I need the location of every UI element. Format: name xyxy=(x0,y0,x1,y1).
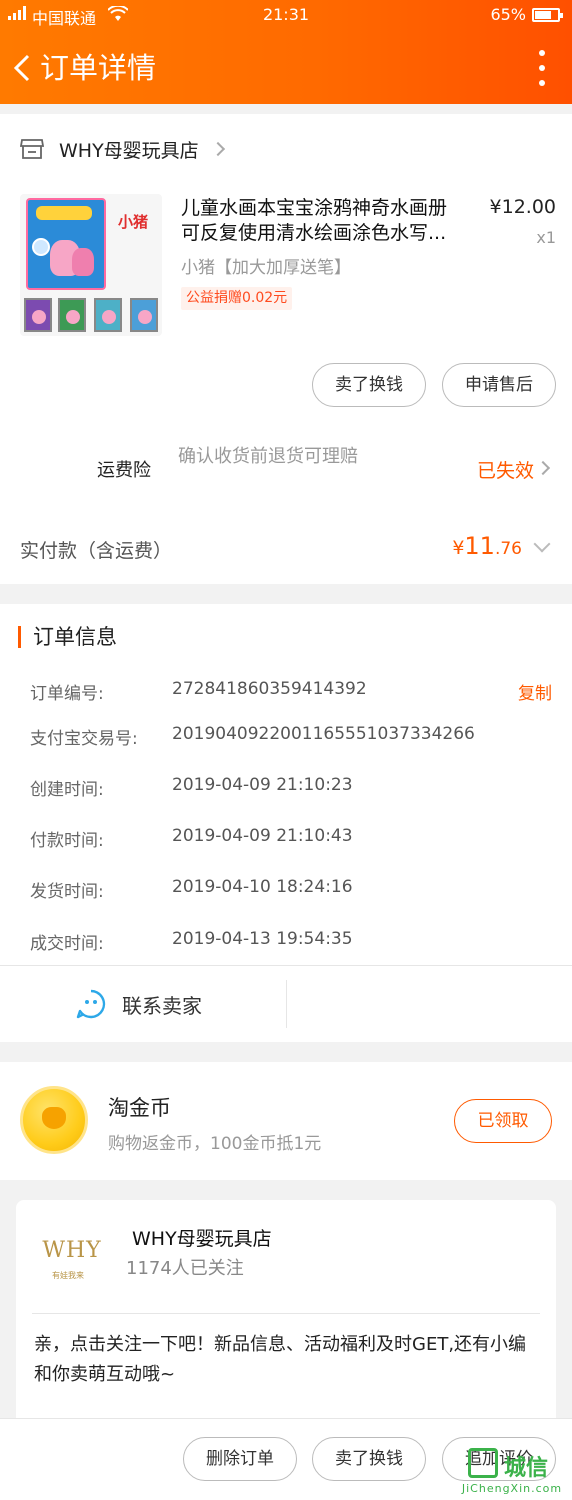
product-sku: 小猪【加大加厚送笔】 xyxy=(181,258,351,278)
shop-link[interactable]: WHY母婴玩具店 xyxy=(20,135,225,163)
insurance-status[interactable]: 已失效 xyxy=(477,456,534,483)
watermark-en: JiChengXin.com xyxy=(461,1482,563,1495)
thumbnail-variant xyxy=(94,298,122,332)
created-time-label: 创建时间: xyxy=(30,780,104,800)
brand-followers: 1174人已关注 xyxy=(126,1258,244,1279)
divider xyxy=(0,965,572,966)
brand-name: WHY母婴玩具店 xyxy=(132,1228,272,1250)
shipped-time-label: 发货时间: xyxy=(30,882,104,902)
order-item-card xyxy=(0,114,572,584)
sell-button-bottom[interactable]: 卖了换钱 xyxy=(312,1437,426,1481)
product-price: ¥12.00 xyxy=(489,196,556,218)
copy-button[interactable]: 复制 xyxy=(518,679,552,704)
page-title: 订单详情 xyxy=(40,51,157,85)
chevron-right-icon xyxy=(210,141,225,157)
paid-time-value: 2019-04-09 21:10:43 xyxy=(172,826,353,846)
paid-label: 实付款（含运费） xyxy=(20,540,173,562)
battery-percent: 65% xyxy=(490,5,526,24)
shop-name: WHY母婴玩具店 xyxy=(59,139,199,162)
insurance-label: 运费险 xyxy=(97,460,151,481)
brand-logo-sub: 有娃我来 xyxy=(52,1271,84,1280)
thumbnail-variant xyxy=(24,298,52,332)
closed-time-value: 2019-04-13 19:54:35 xyxy=(172,929,353,949)
thumbnail-tag: 小猪 xyxy=(118,213,149,231)
coins-subtitle: 购物返金币，100金币抵1元 xyxy=(108,1134,322,1154)
chat-face-icon xyxy=(76,989,106,1019)
watermark-cn: 城信 xyxy=(504,1456,549,1481)
thumbnail-variant xyxy=(130,298,158,332)
contact-seller-button[interactable]: 联系卖家 xyxy=(76,986,202,1022)
contact-seller-label: 联系卖家 xyxy=(122,993,202,1018)
thumbnail-variant xyxy=(58,298,86,332)
watermark: 城信 JiChengXin.com xyxy=(456,1448,568,1498)
divider xyxy=(32,1313,540,1314)
order-info-card xyxy=(0,604,572,1042)
insurance-desc: 确认收货前退货可理赔 xyxy=(178,446,358,467)
status-bar: 中国联通 21:31 65% xyxy=(0,0,572,30)
coins-claimed-button[interactable]: 已领取 xyxy=(454,1099,552,1143)
alipay-no-value: 2019040922001165551037334266 xyxy=(172,724,475,744)
paid-amount-dec: .76 xyxy=(494,539,522,559)
product-title-line1: 儿童水画本宝宝涂鸦神奇水画册 xyxy=(181,197,448,219)
top-header: 中国联通 21:31 65% 订单详情 xyxy=(0,0,572,104)
alipay-no-label: 支付宝交易号: xyxy=(30,729,138,749)
paid-amount-int: 11 xyxy=(464,532,495,560)
after-sales-button[interactable]: 申请售后 xyxy=(442,363,556,407)
store-icon xyxy=(20,139,44,159)
delete-order-button[interactable]: 删除订单 xyxy=(183,1437,297,1481)
product-thumbnail[interactable]: 小猪 xyxy=(20,194,162,336)
brand-logo-text: WHY xyxy=(42,1238,102,1263)
created-time-value: 2019-04-09 21:10:23 xyxy=(172,775,353,795)
section-title: 订单信息 xyxy=(18,626,117,648)
paid-currency: ¥ xyxy=(452,537,465,559)
brand-logo: WHY 有娃我来 xyxy=(38,1238,106,1280)
charity-badge: 公益捐赠0.02元 xyxy=(181,287,293,310)
follow-shop-card[interactable]: WHY 有娃我来 WHY母婴玩具店 1174人已关注 亲，点击关注一下吧！新品信息… xyxy=(16,1200,556,1430)
battery-icon xyxy=(532,8,563,22)
product-image xyxy=(26,198,106,290)
more-vertical-icon[interactable] xyxy=(534,50,550,86)
product-title-line2: 可反复使用清水绘画涂色水写... xyxy=(181,222,447,244)
follow-message: 亲，点击关注一下吧！新品信息、活动福利及时GET,还有小编和你卖萌互动哦~ xyxy=(34,1334,527,1385)
paid-amount: ¥11.76 xyxy=(452,532,522,560)
shipped-time-value: 2019-04-10 18:24:16 xyxy=(172,877,353,897)
order-no-value: 272841860359414392 xyxy=(172,679,367,699)
watermark-logo-icon xyxy=(468,1448,498,1478)
clock: 21:31 xyxy=(262,5,310,24)
divider xyxy=(286,980,287,1028)
product-quantity: x1 xyxy=(536,228,556,247)
product-title[interactable]: 儿童水画本宝宝涂鸦神奇水画册 可反复使用清水绘画涂色水写... xyxy=(181,196,471,246)
gold-coin-icon xyxy=(20,1086,88,1154)
chevron-left-icon[interactable] xyxy=(8,48,38,88)
closed-time-label: 成交时间: xyxy=(30,934,104,954)
coins-title: 淘金币 xyxy=(108,1096,171,1120)
sell-button[interactable]: 卖了换钱 xyxy=(312,363,426,407)
paid-time-label: 付款时间: xyxy=(30,831,104,851)
order-no-label: 订单编号: xyxy=(30,684,104,704)
